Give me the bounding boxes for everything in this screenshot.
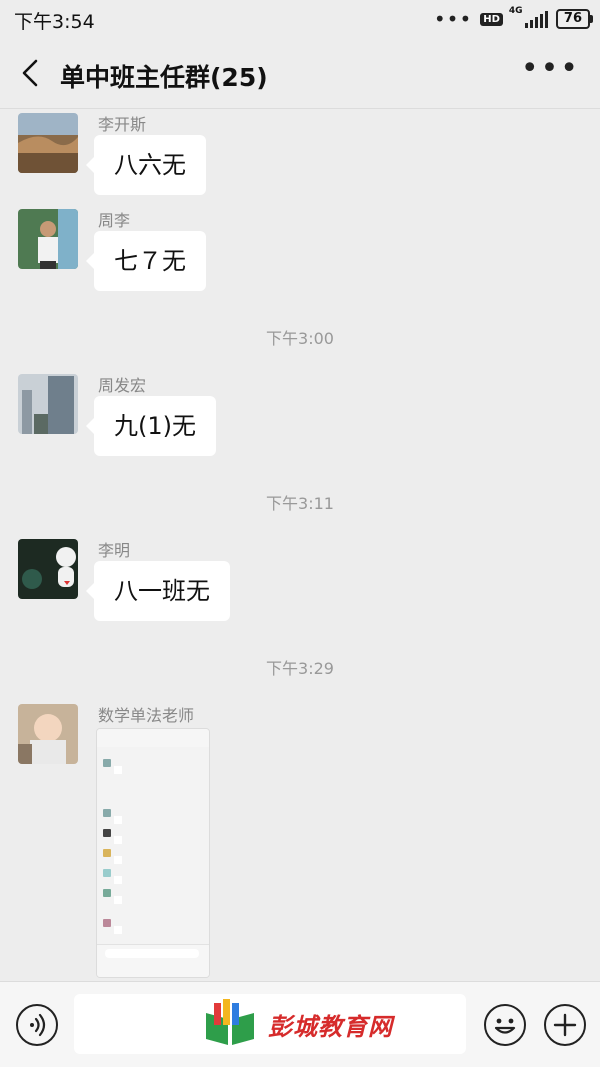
input-bar: 彭城教育网 <box>0 981 600 1067</box>
avatar[interactable] <box>18 374 78 434</box>
add-button[interactable] <box>544 1004 586 1046</box>
timestamp: 下午3:11 <box>266 494 334 513</box>
sender-name: 周李 <box>98 211 131 230</box>
watermark-logo: 彭城教育网 <box>202 994 393 1054</box>
sender-name: 数学单法老师 <box>98 706 195 725</box>
status-time: 下午3:54 <box>14 11 95 33</box>
avatar[interactable] <box>18 113 78 173</box>
back-button[interactable] <box>16 56 46 90</box>
message-bubble[interactable]: 八六无 <box>86 135 206 195</box>
timestamp: 下午3:29 <box>266 659 334 678</box>
emoji-button[interactable] <box>484 1004 526 1046</box>
chevron-left-icon <box>22 59 38 87</box>
watermark-text: 彭城教育网 <box>268 1012 393 1041</box>
voice-button[interactable] <box>16 1004 58 1046</box>
sender-name: 李明 <box>98 541 131 560</box>
status-bar: 下午3:54 ••• HD 4G 76 <box>0 0 600 40</box>
hd-badge: HD <box>480 12 503 26</box>
message-bubble[interactable]: 八一班无 <box>86 561 230 621</box>
timestamp: 下午3:00 <box>266 329 334 348</box>
image-message[interactable] <box>96 728 210 978</box>
notification-dots-icon: ••• <box>433 7 473 31</box>
signal-icon: 4G <box>509 6 548 28</box>
avatar[interactable] <box>18 209 78 269</box>
sender-name: 李开斯 <box>98 115 147 134</box>
network-type: 4G <box>508 6 523 16</box>
message-bubble[interactable]: 七７无 <box>86 231 206 291</box>
message-bubble[interactable]: 九(1)无 <box>86 396 216 456</box>
avatar[interactable] <box>18 704 78 764</box>
message-input[interactable]: 彭城教育网 <box>74 994 466 1054</box>
chat-header: 单中班主任群(25) ••• <box>0 40 600 109</box>
emoji-icon <box>494 1018 516 1034</box>
message-list[interactable]: 李开斯 八六无 周李 七７无 下午3:00 周发宏 九(1)无 下午3:11 李… <box>0 109 600 981</box>
chat-title: 单中班主任群(25) <box>60 63 268 92</box>
more-options-button[interactable]: ••• <box>521 54 580 84</box>
battery-icon: 76 <box>555 9 594 29</box>
avatar[interactable] <box>18 539 78 599</box>
status-icons: ••• HD 4G 76 <box>433 6 594 31</box>
voice-icon <box>30 1013 46 1037</box>
sender-name: 周发宏 <box>98 376 147 395</box>
book-logo-icon <box>206 999 254 1045</box>
plus-icon <box>553 1013 577 1037</box>
